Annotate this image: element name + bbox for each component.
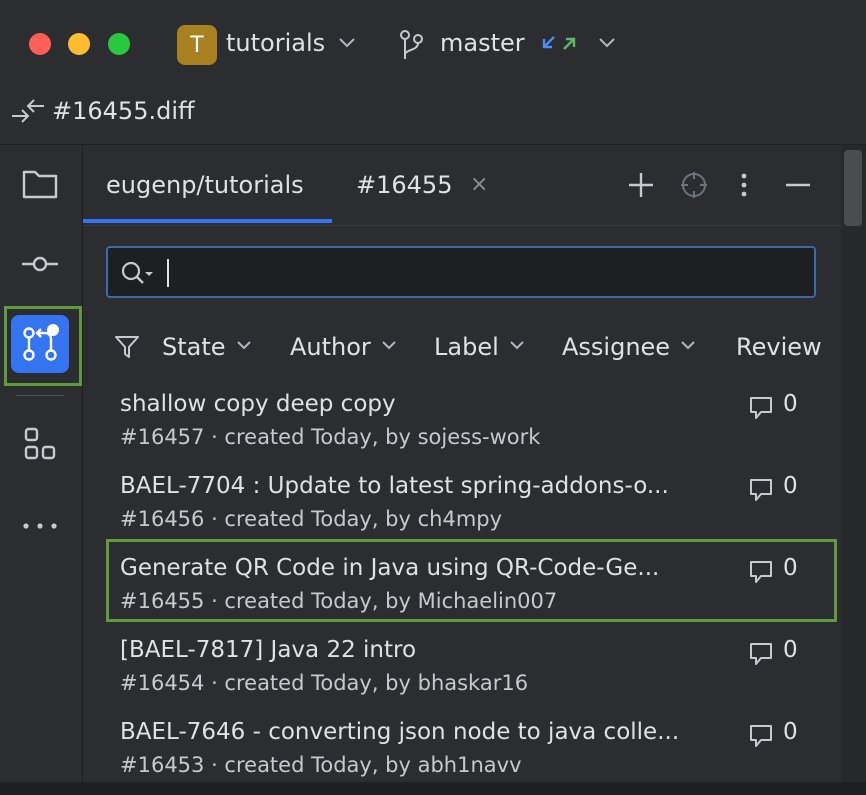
comment-icon	[750, 397, 772, 419]
locate-icon[interactable]	[679, 170, 709, 200]
project-badge[interactable]: T	[177, 25, 217, 65]
filter-assignee-label: Assignee	[562, 333, 671, 361]
zoom-window-button[interactable]	[108, 33, 130, 55]
scrollbar-track	[841, 145, 866, 782]
pull-requests-tool-highlight	[4, 306, 82, 386]
diff-icon	[12, 99, 44, 123]
options-icon[interactable]	[732, 170, 756, 200]
pull-request-title: BAEL-7704 : Update to latest spring-addo…	[120, 473, 669, 499]
comment-count: 0	[783, 637, 798, 663]
plus-icon[interactable]	[626, 170, 656, 200]
plugins-icon[interactable]	[20, 424, 60, 464]
filter-icon[interactable]	[114, 334, 140, 360]
tab-repository[interactable]: eugenp/tutorials	[106, 171, 304, 199]
chevron-down-icon	[680, 338, 696, 354]
comment-count: 0	[783, 719, 798, 745]
pull-request-meta: #16456 · created Today, by ch4mpy	[120, 507, 503, 531]
pull-request-row[interactable]: BAEL-7704 : Update to latest spring-addo…	[106, 467, 836, 549]
pull-request-title: shallow copy deep copy	[120, 391, 396, 417]
branch-chevron-down-icon[interactable]	[598, 37, 616, 53]
pull-request-title: [BAEL-7817] Java 22 intro	[120, 637, 417, 663]
filter-review-label: Review	[736, 333, 822, 361]
pull-request-row[interactable]: BAEL-7646 - converting json node to java…	[106, 713, 836, 795]
filter-bar: State Author Label Assignee Review	[106, 326, 841, 372]
comment-icon	[750, 479, 772, 501]
folder-icon[interactable]	[20, 164, 60, 204]
chevron-down-icon	[509, 338, 525, 354]
incoming-outgoing-icon	[542, 36, 576, 50]
text-caret	[167, 259, 169, 287]
filter-state[interactable]: State	[162, 333, 252, 361]
filter-label-label: Label	[434, 333, 499, 361]
active-tab-indicator	[83, 219, 332, 223]
comment-icon	[750, 725, 772, 747]
search-box[interactable]	[106, 246, 816, 298]
branch-selector[interactable]: master	[440, 29, 525, 57]
tab-pull-request[interactable]: #16455	[356, 171, 452, 199]
pull-request-meta: #16454 · created Today, by bhaskar16	[120, 671, 529, 695]
hide-panel-icon[interactable]	[784, 170, 812, 200]
pull-request-title: BAEL-7646 - converting json node to java…	[120, 719, 680, 745]
filter-state-label: State	[162, 333, 226, 361]
pull-request-row[interactable]: [BAEL-7817] Java 22 intro #16454 · creat…	[106, 631, 836, 713]
search-input[interactable]	[172, 254, 796, 292]
chevron-down-icon	[381, 338, 397, 354]
filter-review[interactable]: Review	[736, 333, 822, 361]
chevron-down-icon	[236, 338, 252, 354]
comment-icon	[750, 643, 772, 665]
filter-author-label: Author	[290, 333, 371, 361]
minimize-window-button[interactable]	[68, 33, 90, 55]
search-icon[interactable]	[120, 260, 154, 286]
pull-request-meta: #16457 · created Today, by sojess-work	[120, 425, 541, 449]
close-tab-icon[interactable]: ×	[470, 172, 488, 197]
project-selector[interactable]: tutorials	[226, 29, 325, 57]
pull-request-meta: #16453 · created Today, by abh1navv	[120, 753, 522, 777]
filter-author[interactable]: Author	[290, 333, 397, 361]
branch-icon[interactable]	[398, 29, 424, 61]
close-window-button[interactable]	[29, 33, 51, 55]
tool-divider	[16, 395, 64, 396]
more-icon[interactable]	[20, 506, 60, 546]
comment-count: 0	[783, 391, 798, 417]
selected-row-highlight	[106, 539, 837, 622]
project-chevron-down-icon[interactable]	[338, 37, 356, 53]
comment-count: 0	[783, 473, 798, 499]
editor-tab-diff[interactable]: #16455.diff	[52, 97, 195, 125]
commit-icon[interactable]	[20, 244, 60, 284]
filter-assignee[interactable]: Assignee	[562, 333, 696, 361]
scrollbar-thumb[interactable]	[844, 150, 862, 226]
filter-label[interactable]: Label	[434, 333, 525, 361]
pull-request-row[interactable]: shallow copy deep copy #16457 · created …	[106, 385, 836, 467]
